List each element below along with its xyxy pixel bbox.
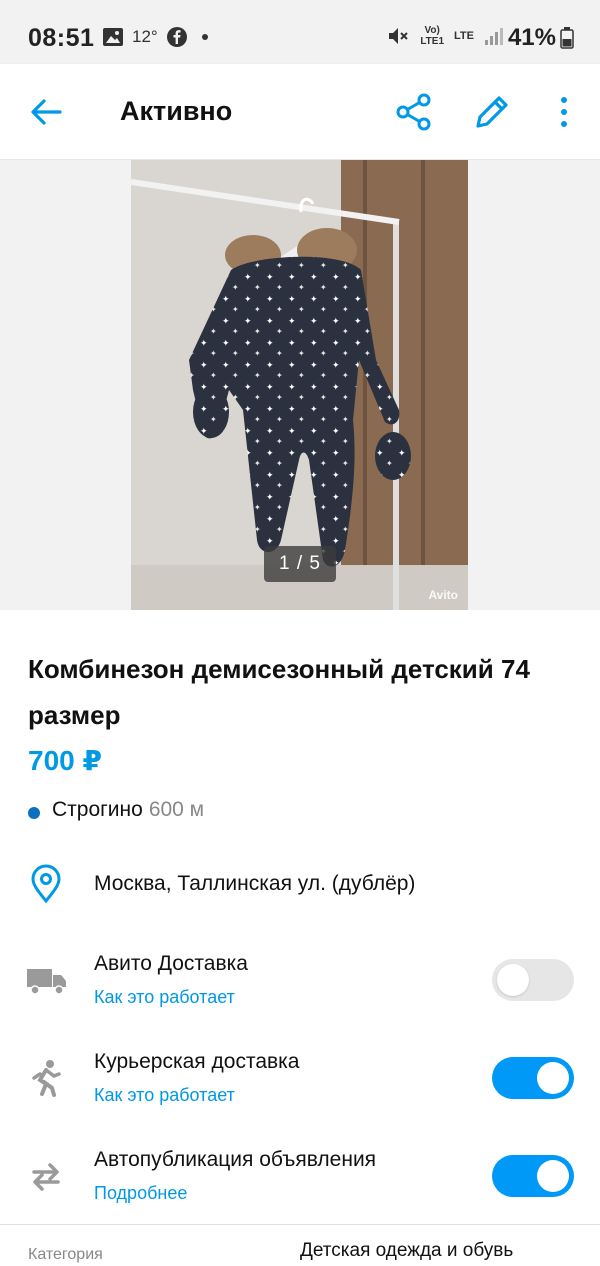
- mute-icon: [389, 28, 409, 44]
- more-vertical-icon[interactable]: [552, 92, 576, 132]
- battery-indicator: 41%: [508, 24, 574, 52]
- share-icon[interactable]: [394, 92, 434, 132]
- battery-level: 41%: [507, 24, 556, 51]
- toggle-knob: [537, 1062, 569, 1094]
- category-value[interactable]: Детская одежда и обувь: [300, 1240, 513, 1262]
- listing-photo[interactable]: ✦ ✦ Avito: [131, 160, 468, 610]
- autopublish-toggle[interactable]: [492, 1155, 574, 1197]
- toggle-knob: [537, 1160, 569, 1192]
- metro-info: Строгино 600 м: [28, 798, 204, 822]
- status-right-icons: Vo) LTE1 LTE: [386, 24, 504, 48]
- more-details-link[interactable]: Подробнее: [94, 1183, 187, 1204]
- metro-distance: 600 м: [148, 798, 205, 821]
- avito-watermark: Avito: [428, 588, 458, 602]
- toggle-knob: [497, 964, 529, 996]
- status-left-icons: 12°: [102, 26, 208, 48]
- battery-icon: [560, 27, 574, 49]
- option-label: Авито Доставка: [94, 952, 248, 975]
- gallery-notification-icon: [103, 28, 123, 46]
- metro-station: Строгино: [52, 798, 143, 821]
- listing-photo-image: ✦ ✦: [131, 160, 468, 610]
- courier-running-icon: [32, 1060, 61, 1097]
- photo-counter: 1 / 5: [264, 546, 336, 582]
- app-bar: Активно: [0, 64, 600, 160]
- option-row-avito-delivery: Авито Доставка Как это работает: [0, 946, 600, 1016]
- autopublish-repeat-icon: [32, 1163, 60, 1191]
- edit-pencil-icon[interactable]: [472, 92, 512, 132]
- option-row-courier-delivery: Курьерская доставка Как это работает: [0, 1044, 600, 1114]
- back-arrow-icon[interactable]: [26, 92, 66, 132]
- status-bar: 08:51 12° Vo) LTE1 LTE 41%: [0, 0, 600, 64]
- how-it-works-link[interactable]: Как это работает: [94, 987, 235, 1008]
- signal-icon: [485, 28, 503, 45]
- page-title: Активно: [120, 96, 233, 126]
- option-row-autopublish: Автопубликация объявления Подробнее: [0, 1142, 600, 1212]
- facebook-icon: [166, 27, 187, 47]
- truck-icon: [27, 969, 66, 995]
- how-it-works-link[interactable]: Как это работает: [94, 1085, 235, 1106]
- courier-delivery-toggle[interactable]: [492, 1057, 574, 1099]
- category-label: Категория: [28, 1246, 103, 1263]
- status-time: 08:51: [28, 24, 95, 52]
- option-label: Курьерская доставка: [94, 1050, 300, 1073]
- listing-price: 700 ₽: [28, 745, 102, 776]
- volte-indicator: Vo) LTE1: [420, 25, 445, 47]
- address-row: Москва, Таллинская ул. (дублёр): [0, 860, 600, 910]
- status-temperature: 12°: [132, 27, 158, 46]
- option-label: Автопубликация объявления: [94, 1148, 377, 1171]
- location-pin-icon: [31, 864, 61, 904]
- avito-delivery-toggle[interactable]: [492, 959, 574, 1001]
- address-text: Москва, Таллинская ул. (дублёр): [94, 872, 416, 895]
- section-divider: [0, 1224, 600, 1225]
- photo-gallery[interactable]: ✦ ✦ Avito 1 / 5: [0, 160, 600, 610]
- metro-line-dot: [28, 807, 40, 819]
- listing-title: Комбинезон демисезонный детский 74 разме…: [28, 654, 530, 730]
- more-notifications-dot: [201, 34, 208, 40]
- network-type: LTE: [454, 30, 474, 42]
